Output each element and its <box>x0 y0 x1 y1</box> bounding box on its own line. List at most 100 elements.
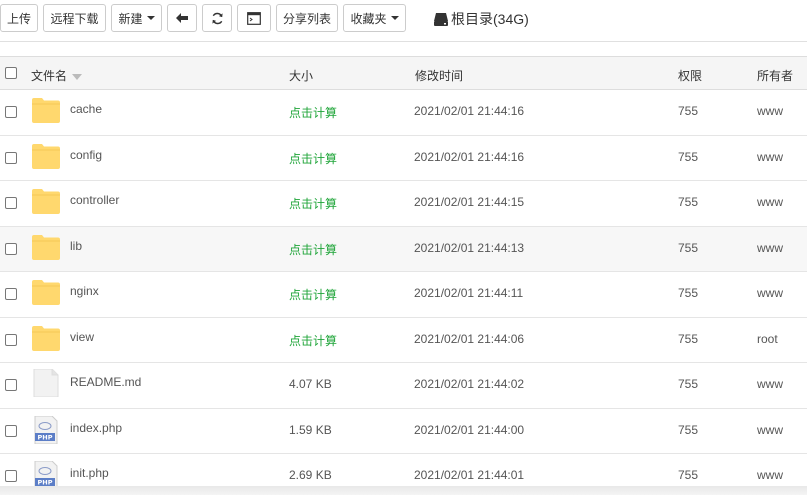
modified-time: 2021/02/01 21:44:15 <box>414 195 525 209</box>
file-size: 1.59 KB <box>289 422 332 437</box>
favorites-dropdown-button[interactable]: 收藏夹 <box>343 4 406 32</box>
file-name[interactable]: lib <box>70 239 82 253</box>
folder-icon[interactable] <box>32 143 60 169</box>
chevron-down-icon <box>390 16 399 20</box>
breadcrumb[interactable]: 根目录(34G) <box>434 9 529 29</box>
column-header-name-label: 文件名 <box>31 69 68 83</box>
permission[interactable]: 755 <box>678 286 698 300</box>
row-checkbox[interactable] <box>5 242 17 255</box>
owner[interactable]: www <box>757 468 783 482</box>
owner[interactable]: www <box>757 150 783 164</box>
share-list-button[interactable]: 分享列表 <box>276 4 338 32</box>
php-file-icon[interactable]: PHP <box>32 460 60 490</box>
arrow-left-icon <box>176 13 188 23</box>
table-header: 文件名 大小 修改时间 权限 所有者 <box>0 56 807 90</box>
row-checkbox[interactable] <box>5 151 17 164</box>
column-header-modified[interactable]: 修改时间 <box>415 67 463 84</box>
refresh-icon <box>211 12 223 24</box>
file-name[interactable]: config <box>70 148 102 162</box>
table-row[interactable]: lib 点击计算 2021/02/01 21:44:13 755 www <box>0 226 807 272</box>
permission[interactable]: 755 <box>678 468 698 482</box>
svg-text:PHP: PHP <box>38 433 53 441</box>
modified-time: 2021/02/01 21:44:06 <box>414 331 525 346</box>
toolbar: 上传 远程下载 新建 分享列表 收藏夹 根目录(34G) <box>0 0 807 42</box>
file-name[interactable]: view <box>70 330 94 344</box>
row-checkbox[interactable] <box>5 333 17 346</box>
column-header-owner[interactable]: 所有者 <box>757 67 793 84</box>
calculate-size-link[interactable]: 点击计算 <box>289 150 337 167</box>
modified-time: 2021/02/01 21:44:16 <box>414 104 525 118</box>
permission[interactable]: 755 <box>678 104 698 118</box>
file-name[interactable]: README.md <box>70 375 141 389</box>
hdd-icon <box>434 12 448 26</box>
divider <box>0 41 807 42</box>
modified-time: 2021/02/01 21:44:00 <box>414 422 525 437</box>
refresh-button[interactable] <box>202 4 232 32</box>
folder-icon[interactable] <box>32 279 60 305</box>
calculate-size-link[interactable]: 点击计算 <box>289 286 337 303</box>
divider <box>0 486 807 495</box>
select-all-checkbox[interactable] <box>5 67 17 79</box>
modified-time: 2021/02/01 21:44:16 <box>414 149 525 164</box>
permission[interactable]: 755 <box>678 241 698 255</box>
row-checkbox[interactable] <box>5 288 17 300</box>
row-checkbox[interactable] <box>5 470 17 482</box>
calculate-size-link[interactable]: 点击计算 <box>289 195 337 212</box>
row-checkbox[interactable] <box>5 106 17 118</box>
table-row[interactable]: PHP index.php 1.59 KB 2021/02/01 21:44:00 75… <box>0 409 807 454</box>
calculate-size-link[interactable]: 点击计算 <box>289 104 337 121</box>
owner[interactable]: www <box>757 195 783 209</box>
terminal-icon <box>247 11 261 25</box>
row-checkbox[interactable] <box>5 379 17 391</box>
file-name[interactable]: nginx <box>70 284 99 298</box>
file-size: 2.69 KB <box>289 468 332 482</box>
folder-icon[interactable] <box>32 234 60 260</box>
owner[interactable]: www <box>757 423 783 437</box>
permission[interactable]: 755 <box>678 332 698 346</box>
table-row[interactable]: config 点击计算 2021/02/01 21:44:16 755 www <box>0 136 807 181</box>
chevron-down-icon <box>146 16 155 20</box>
owner[interactable]: www <box>757 241 783 255</box>
modified-time: 2021/02/01 21:44:13 <box>414 240 525 255</box>
file-name[interactable]: init.php <box>70 466 109 480</box>
table-row[interactable]: controller 点击计算 2021/02/01 21:44:15 755 www <box>0 181 807 227</box>
file-list: cache 点击计算 2021/02/01 21:44:16 755 www config… <box>0 90 807 495</box>
remote-download-button[interactable]: 远程下载 <box>43 4 106 32</box>
table-row[interactable]: README.md 4.07 KB 2021/02/01 21:44:02 755 ww… <box>0 363 807 409</box>
row-checkbox[interactable] <box>5 197 17 209</box>
calculate-size-link[interactable]: 点击计算 <box>289 332 337 349</box>
calculate-size-link[interactable]: 点击计算 <box>289 241 337 258</box>
sort-desc-icon <box>72 73 83 80</box>
row-checkbox[interactable] <box>5 424 17 437</box>
permission[interactable]: 755 <box>678 377 698 391</box>
owner[interactable]: www <box>757 104 783 118</box>
owner[interactable]: www <box>757 377 783 391</box>
terminal-button[interactable] <box>237 4 271 32</box>
file-name[interactable]: cache <box>70 102 102 116</box>
new-dropdown-button[interactable]: 新建 <box>111 4 162 32</box>
back-button[interactable] <box>167 4 197 32</box>
modified-time: 2021/02/01 21:44:11 <box>414 286 524 300</box>
new-label: 新建 <box>118 11 143 26</box>
permission[interactable]: 755 <box>678 150 698 164</box>
permission[interactable]: 755 <box>678 423 698 437</box>
modified-time: 2021/02/01 21:44:01 <box>414 468 525 482</box>
php-file-icon[interactable]: PHP <box>32 415 60 444</box>
folder-icon[interactable] <box>32 97 60 123</box>
table-row[interactable]: nginx 点击计算 2021/02/01 21:44:11 755 www <box>0 272 807 318</box>
file-name[interactable]: controller <box>70 193 119 207</box>
favorites-label: 收藏夹 <box>350 11 387 26</box>
owner[interactable]: root <box>757 332 778 346</box>
table-row[interactable]: view 点击计算 2021/02/01 21:44:06 755 root <box>0 318 807 363</box>
column-header-name[interactable]: 文件名 <box>31 67 83 84</box>
folder-icon[interactable] <box>32 325 60 351</box>
file-icon[interactable] <box>32 368 60 398</box>
permission[interactable]: 755 <box>678 195 698 209</box>
owner[interactable]: www <box>757 286 783 300</box>
column-header-size[interactable]: 大小 <box>289 67 313 84</box>
file-name[interactable]: index.php <box>70 421 122 435</box>
table-row[interactable]: cache 点击计算 2021/02/01 21:44:16 755 www <box>0 90 807 136</box>
upload-button[interactable]: 上传 <box>0 4 38 32</box>
folder-icon[interactable] <box>32 188 60 214</box>
column-header-permission[interactable]: 权限 <box>678 67 702 84</box>
